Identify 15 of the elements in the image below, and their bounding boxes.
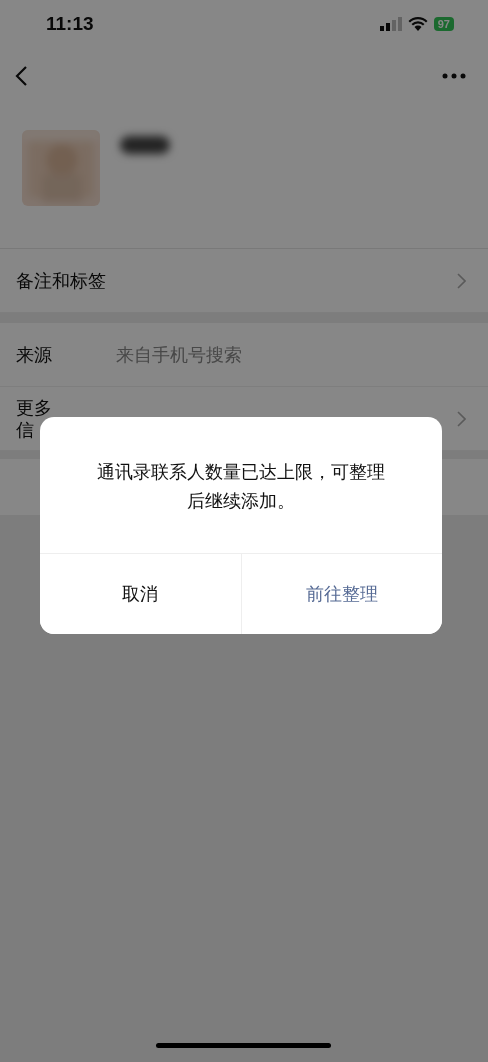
- battery-indicator: 97: [433, 17, 454, 31]
- signal-icon: [379, 17, 402, 31]
- wifi-icon: [407, 17, 428, 31]
- blurred-name: [120, 136, 170, 154]
- row-label: 更多信: [16, 396, 53, 441]
- list-row[interactable]: 备注和标签: [0, 249, 488, 313]
- row-label: 备注和标签: [16, 268, 107, 293]
- dialog-message: 通讯录联系人数量已达上限，可整理后继续添加。: [96, 460, 386, 513]
- status-time: 11:13: [46, 13, 94, 35]
- row-value: 来自手机号搜索: [116, 342, 242, 367]
- list-row[interactable]: 来源 来自手机号搜索: [0, 323, 488, 387]
- more-icon[interactable]: [442, 73, 466, 79]
- confirm-button[interactable]: 前往整理: [240, 554, 442, 634]
- back-icon[interactable]: [14, 65, 28, 87]
- row-label: 来源: [16, 342, 53, 367]
